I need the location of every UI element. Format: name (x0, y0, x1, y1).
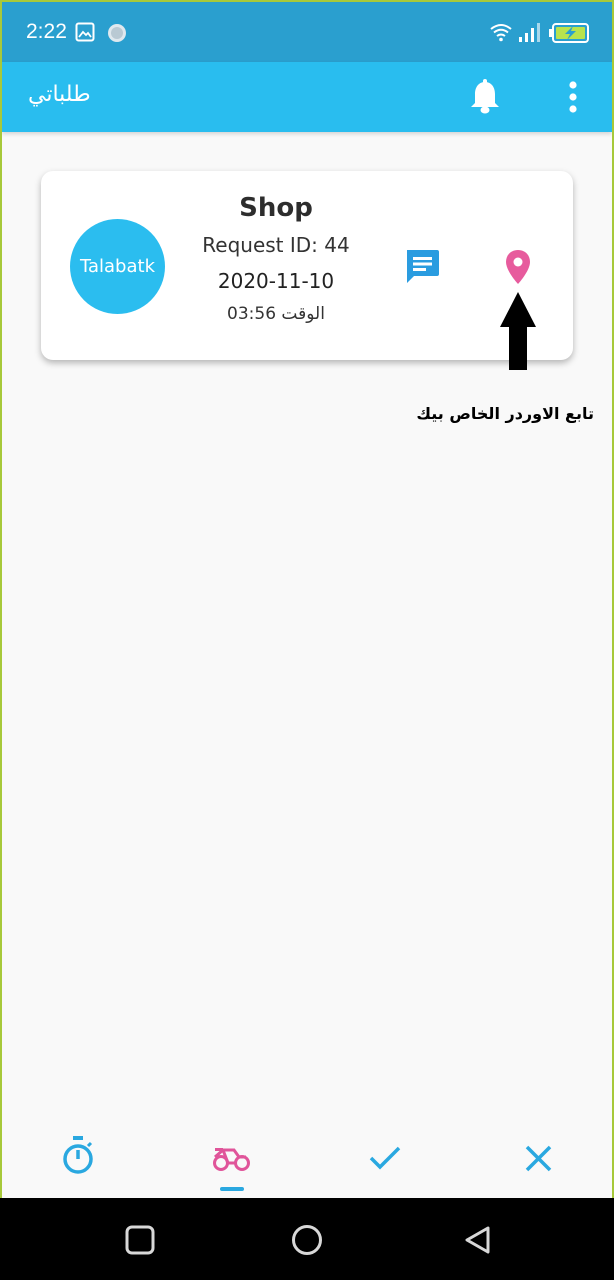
shop-logo: Talabatk (70, 219, 165, 314)
chat-icon[interactable] (403, 247, 441, 285)
order-card[interactable]: Talabatk Shop Request ID: 44 2020-11-10 … (41, 171, 573, 360)
signal-icon (519, 23, 540, 42)
bottom-nav (2, 1130, 612, 1198)
wifi-icon (490, 24, 512, 42)
request-id: Request ID: 44 (202, 233, 350, 257)
app-title: طلباتي (28, 82, 91, 107)
annotation-text: تابع الاوردر الخاص بيك (416, 404, 594, 423)
order-time: الوقت 03:56 (227, 304, 325, 324)
status-time: 2:22 (26, 20, 67, 43)
order-date: 2020-11-10 (217, 269, 335, 293)
timer-icon[interactable] (48, 1130, 108, 1190)
recent-apps-icon[interactable] (120, 1220, 160, 1260)
active-tab-indicator (220, 1187, 244, 1191)
motorcycle-icon[interactable] (201, 1130, 261, 1190)
back-icon[interactable] (458, 1220, 498, 1260)
battery-charging-icon (549, 23, 589, 43)
bell-icon[interactable] (468, 79, 502, 115)
annotation-arrow (500, 292, 536, 370)
status-bar: 2:22 (2, 2, 612, 62)
app-screen: 2:22 طلباتي Talabatk Shop Request ID: 44… (0, 0, 614, 1198)
location-pin-icon[interactable] (504, 249, 532, 285)
more-vert-icon[interactable] (560, 80, 586, 114)
image-icon (75, 22, 95, 42)
shop-name: Shop (239, 193, 313, 223)
home-icon[interactable] (287, 1220, 327, 1260)
system-nav-bar (0, 1198, 614, 1280)
sync-circle-icon (108, 24, 126, 42)
logo-text: Talabatk (79, 256, 155, 277)
check-icon[interactable] (355, 1130, 415, 1190)
app-bar: طلباتي (2, 62, 612, 132)
close-icon[interactable] (508, 1130, 568, 1190)
